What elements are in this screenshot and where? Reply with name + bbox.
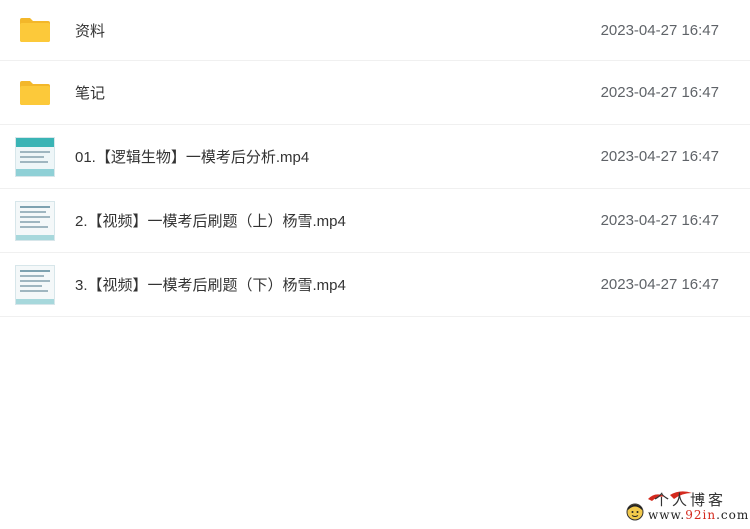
file-row-video-01[interactable]: 01.【逻辑生物】一模考后分析.mp4 2023-04-27 16:47: [0, 125, 750, 189]
file-row-video-02[interactable]: 2.【视频】一模考后刷题（上）杨雪.mp4 2023-04-27 16:47: [0, 189, 750, 253]
video-thumbnail: [15, 264, 55, 305]
file-name[interactable]: 01.【逻辑生物】一模考后分析.mp4: [75, 146, 309, 167]
file-name[interactable]: 笔记: [75, 82, 105, 103]
file-date: 2023-04-27 16:47: [600, 21, 719, 39]
file-row-folder-biji[interactable]: 笔记 2023-04-27 16:47: [0, 61, 750, 125]
video-thumbnail-icon: [14, 135, 56, 179]
file-row-folder-ziliao[interactable]: 资料 2023-04-27 16:47: [0, 0, 750, 61]
folder-icon: [14, 71, 56, 115]
file-date: 2023-04-27 16:47: [600, 148, 719, 165]
file-name[interactable]: 2.【视频】一模考后刷题（上）杨雪.mp4: [75, 210, 346, 231]
video-thumbnail: [15, 200, 55, 241]
watermark-title: 个人博客: [654, 491, 727, 509]
video-thumbnail-icon: [14, 199, 56, 243]
file-list: 资料 2023-04-27 16:47 笔记 2023-04-27 16:47 …: [0, 0, 750, 317]
video-thumbnail: [15, 136, 55, 177]
folder-icon: [14, 8, 56, 52]
file-date: 2023-04-27 16:47: [600, 212, 719, 229]
file-name[interactable]: 3.【视频】一模考后刷题（下）杨雪.mp4: [75, 274, 346, 295]
watermark-url: www.92in.com: [648, 508, 750, 522]
file-date: 2023-04-27 16:47: [600, 84, 719, 101]
file-date: 2023-04-27 16:47: [600, 276, 719, 293]
file-name[interactable]: 资料: [75, 20, 105, 41]
mascot-face-icon: [626, 503, 644, 521]
video-thumbnail-icon: [14, 263, 56, 307]
site-watermark: 个人博客 www.92in.com: [626, 489, 748, 523]
file-row-video-03[interactable]: 3.【视频】一模考后刷题（下）杨雪.mp4 2023-04-27 16:47: [0, 253, 750, 317]
